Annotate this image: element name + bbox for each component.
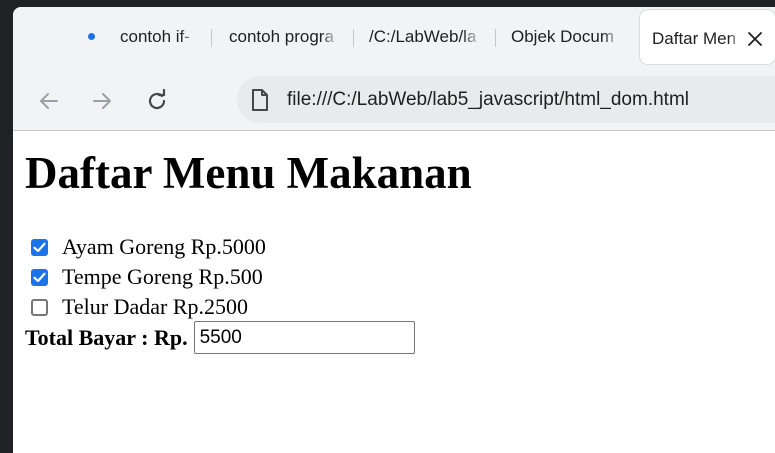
menu-item-label: Ayam Goreng Rp.5000 (62, 234, 266, 259)
tab-labweb-file[interactable]: /C:/LabWeb/la (369, 24, 481, 50)
tab-strip: contoh if- contoh progra /C:/LabWeb/la O… (13, 7, 775, 70)
checkbox-unchecked[interactable] (31, 298, 48, 316)
menu-item-telur-dadar[interactable]: Telur Dadar Rp.2500 (31, 294, 248, 320)
total-input[interactable] (193, 321, 415, 354)
reload-icon[interactable] (142, 86, 172, 116)
file-page-icon (249, 88, 271, 117)
tab-separator (353, 29, 354, 47)
menu-item-label: Tempe Goreng Rp.500 (62, 264, 263, 289)
forward-arrow-icon[interactable] (87, 86, 117, 116)
tab-daftar-menu-active[interactable]: Daftar Men (640, 10, 775, 64)
menu-item-label: Telur Dadar Rp.2500 (62, 294, 249, 319)
tab-contoh-program[interactable]: contoh progra (229, 24, 339, 50)
address-bar[interactable]: file:///C:/LabWeb/lab5_javascript/html_d… (237, 76, 775, 123)
browser-toolbar: file:///C:/LabWeb/lab5_javascript/html_d… (13, 70, 775, 131)
total-row: Total Bayar : Rp. (25, 321, 415, 354)
tab-label: contoh progra (229, 27, 334, 46)
tab-contoh-if[interactable]: contoh if- (120, 24, 198, 50)
page-content: Daftar Menu Makanan Ayam Goreng Rp.5000 … (13, 131, 775, 453)
checkbox-checked[interactable] (31, 268, 48, 286)
browser-window: contoh if- contoh progra /C:/LabWeb/la O… (13, 7, 775, 453)
tab-separator (495, 29, 496, 47)
url-text[interactable]: file:///C:/LabWeb/lab5_javascript/html_d… (287, 87, 689, 113)
checkbox-checked[interactable] (31, 238, 48, 256)
back-arrow-icon[interactable] (34, 86, 64, 116)
tab-objek-document[interactable]: Objek Docum (511, 24, 621, 50)
total-label: Total Bayar : Rp. (25, 324, 188, 350)
page-title: Daftar Menu Makanan (25, 148, 472, 198)
close-tab-icon[interactable] (744, 28, 766, 50)
tab-label: /C:/LabWeb/la (369, 27, 477, 46)
menu-item-tempe-goreng[interactable]: Tempe Goreng Rp.500 (31, 264, 263, 290)
tab-label: Objek Docum (511, 27, 614, 46)
active-tab-label: Daftar Men (652, 29, 737, 48)
tab-separator (211, 29, 212, 47)
tab-activity-dot-icon (88, 33, 95, 40)
menu-item-ayam-goreng[interactable]: Ayam Goreng Rp.5000 (31, 234, 266, 260)
